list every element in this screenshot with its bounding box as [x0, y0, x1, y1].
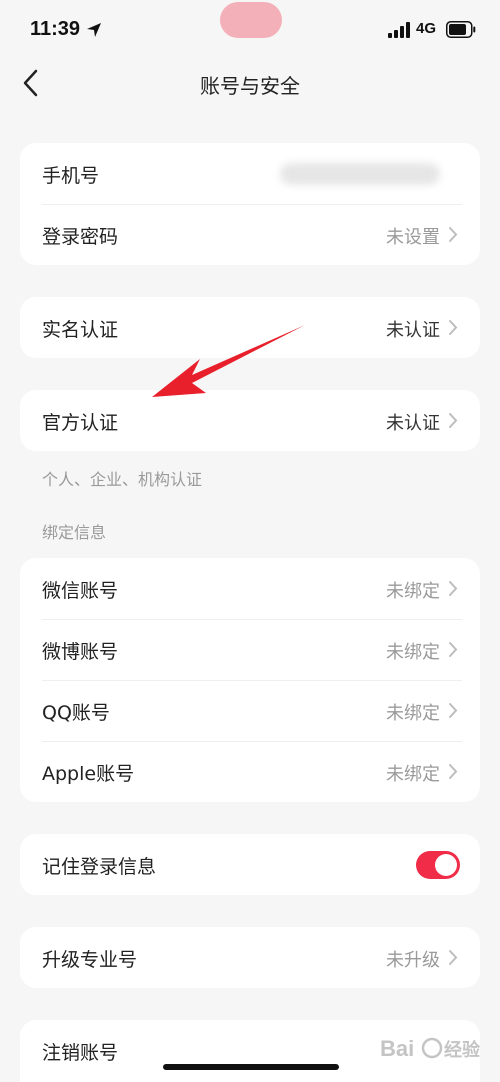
weibo-row[interactable]: 微博账号 未绑定 [20, 619, 480, 680]
signal-icon [388, 22, 410, 38]
svg-text:Bai: Bai [380, 1036, 414, 1061]
remember-toggle[interactable] [416, 851, 460, 879]
remember-label: 记住登录信息 [42, 856, 157, 878]
password-status: 未设置 [386, 227, 440, 248]
chevron-right-icon [449, 764, 458, 779]
password-row[interactable]: 登录密码 未设置 [20, 204, 480, 265]
password-label: 登录密码 [42, 226, 119, 248]
svg-text:经验: 经验 [444, 1039, 480, 1060]
toggle-knob [435, 854, 457, 876]
remember-row: 记住登录信息 [20, 834, 480, 895]
wechat-row[interactable]: 微信账号 未绑定 [20, 558, 480, 619]
qq-row[interactable]: QQ账号 未绑定 [20, 680, 480, 741]
red-arrow-annotation-icon [152, 325, 305, 397]
chevron-right-icon [449, 581, 458, 596]
qq-status: 未绑定 [386, 703, 440, 724]
recording-pill [220, 2, 282, 38]
remember-card: 记住登录信息 [20, 834, 480, 895]
official-status: 未认证 [386, 413, 440, 434]
upgrade-row[interactable]: 升级专业号 未升级 [20, 927, 480, 988]
binding-card: 微信账号 未绑定 微博账号 未绑定 QQ账号 未绑定 Apple账号 未绑定 [20, 558, 480, 802]
apple-label: Apple账号 [42, 763, 135, 785]
upgrade-card: 升级专业号 未升级 [20, 927, 480, 988]
navigation-bar: 账号与安全 [0, 58, 500, 108]
chevron-right-icon [449, 950, 458, 965]
real-name-label: 实名认证 [42, 319, 119, 341]
home-indicator [163, 1064, 339, 1070]
chevron-right-icon [449, 642, 458, 657]
battery-icon [446, 21, 476, 38]
page-title: 账号与安全 [200, 74, 300, 98]
apple-status: 未绑定 [386, 764, 440, 785]
weibo-label: 微博账号 [42, 641, 119, 663]
location-arrow-icon [87, 23, 101, 37]
phone-number-blurred [280, 163, 440, 185]
apple-row[interactable]: Apple账号 未绑定 [20, 741, 480, 802]
official-label: 官方认证 [42, 412, 119, 434]
status-time: 11:39 [30, 18, 81, 40]
baidu-watermark-icon: Bai 经验 [380, 1036, 480, 1061]
phone-row[interactable]: 手机号 [20, 143, 480, 204]
wechat-status: 未绑定 [386, 581, 440, 602]
cancel-account-label: 注销账号 [42, 1042, 119, 1064]
qq-label: QQ账号 [42, 702, 110, 724]
official-hint: 个人、企业、机构认证 [42, 470, 203, 489]
network-type: 4G [416, 20, 437, 37]
weibo-status: 未绑定 [386, 642, 440, 663]
chevron-right-icon [449, 413, 458, 428]
chevron-right-icon [449, 703, 458, 718]
status-bar: 11:39 4G [0, 0, 500, 60]
chevron-right-icon [449, 227, 458, 242]
chevron-right-icon [449, 320, 458, 335]
binding-section-title: 绑定信息 [42, 523, 107, 542]
upgrade-status: 未升级 [386, 950, 440, 971]
phone-label: 手机号 [42, 165, 100, 187]
real-name-status: 未认证 [386, 320, 440, 341]
wechat-label: 微信账号 [42, 580, 119, 602]
account-card: 手机号 登录密码 未设置 [20, 143, 480, 265]
upgrade-label: 升级专业号 [42, 949, 138, 971]
